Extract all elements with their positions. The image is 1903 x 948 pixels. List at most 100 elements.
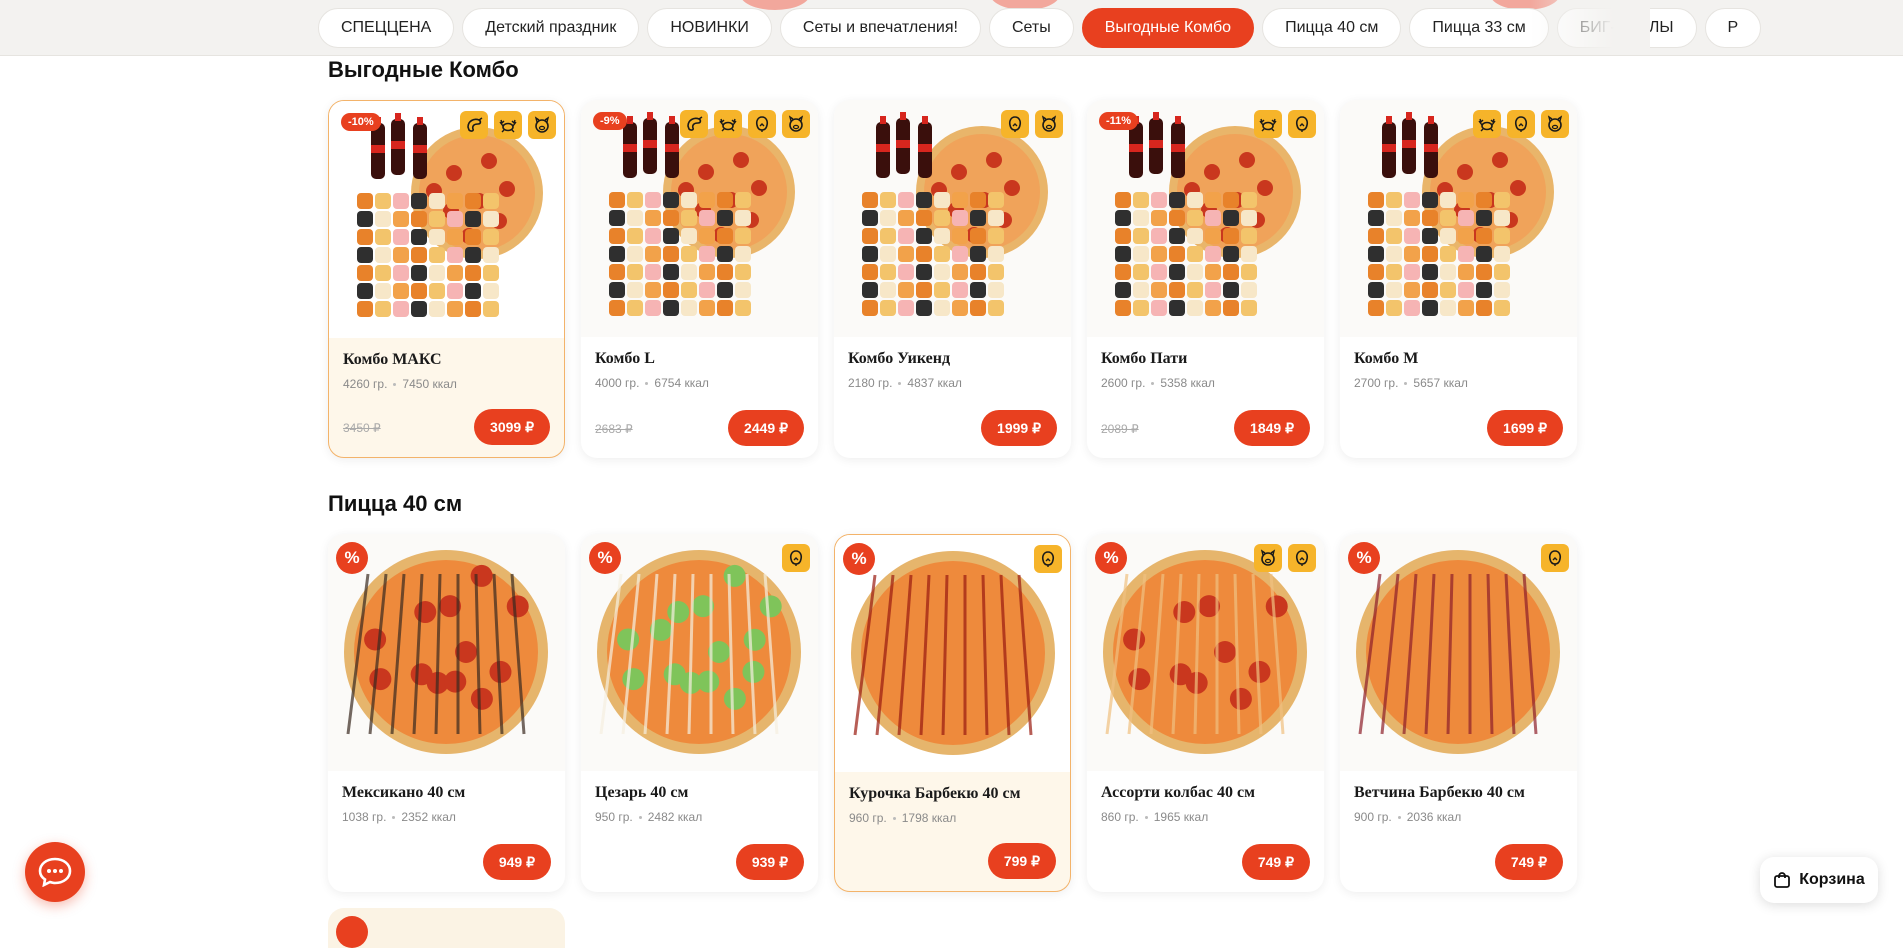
shopping-bag-icon	[1774, 872, 1791, 888]
cart-button[interactable]: Корзина	[1760, 857, 1878, 903]
price-button[interactable]: 749 ₽	[1241, 844, 1310, 880]
product-meta: 950 гр. 2482 ккал	[595, 810, 804, 824]
pizza-grid: % Мексикано 40 см 1038 гр. 2352 ккал 949 ₽% Ц…	[328, 534, 1577, 892]
discount-badge: -11%	[1099, 112, 1139, 130]
price-button[interactable]: 1699 ₽	[1487, 410, 1563, 446]
category-tab[interactable]: Выгодные Комбо	[1081, 8, 1255, 48]
product-meta: 2180 гр. 4837 ккал	[848, 376, 1057, 390]
product-card[interactable]: % Ветчина Барбекю 40 см 900 гр. 2036 ккал 74…	[1340, 534, 1577, 892]
product-weight: 2600 гр.	[1101, 376, 1146, 390]
product-kcal: 5358 ккал	[1160, 376, 1215, 390]
product-card[interactable]: -9% Комбо L 4000 гр. 6754 ккал 2683 ₽ 2449 ₽	[581, 100, 818, 458]
product-name: Комбо Пати	[1101, 350, 1188, 367]
price-button[interactable]: 749 ₽	[1494, 844, 1563, 880]
product-weight: 4260 гр.	[343, 377, 388, 391]
ingredient-icons	[782, 544, 810, 572]
category-tab[interactable]: Детский праздник	[462, 8, 640, 48]
price-button[interactable]: 1849 ₽	[1234, 410, 1310, 446]
separator-dot	[392, 816, 396, 820]
product-card[interactable]: % Цезарь 40 см 950 гр. 2482 ккал 939 ₽	[581, 534, 818, 892]
crab-icon	[494, 111, 522, 139]
separator-dot	[1397, 816, 1401, 820]
ingredient-icons	[1254, 544, 1316, 572]
ingredient-icons	[1473, 110, 1569, 138]
product-card[interactable]: % Мексикано 40 см 1038 гр. 2352 ккал 949 ₽	[328, 534, 565, 892]
old-price: 2089 ₽	[1101, 422, 1139, 436]
product-weight: 4000 гр.	[595, 376, 640, 390]
section-title-combo: Выгодные Комбо	[328, 57, 519, 82]
chicken-icon	[1288, 110, 1316, 138]
product-card[interactable]: -10% Комбо МАКС 4260 гр. 7450 ккал 3450 ₽ 309…	[328, 100, 565, 458]
product-name: Комбо МАКС	[343, 351, 442, 368]
promo-badge: %	[589, 542, 621, 574]
category-tab[interactable]: НОВИНКИ	[647, 8, 772, 48]
product-meta: 860 гр. 1965 ккал	[1101, 810, 1310, 824]
product-weight: 950 гр.	[595, 810, 633, 824]
chicken-icon	[1541, 544, 1569, 572]
promo-badge: %	[1348, 542, 1380, 574]
separator-dot	[638, 816, 642, 820]
category-tab[interactable]: Сеты и впечатления!	[779, 8, 981, 48]
product-meta: 960 гр. 1798 ккал	[849, 811, 1056, 825]
discount-badge: -10%	[341, 113, 381, 131]
price-button[interactable]: 1999 ₽	[981, 410, 1057, 446]
product-kcal: 1798 ккал	[901, 811, 957, 825]
separator-dot	[645, 382, 649, 386]
shrimp-icon	[680, 110, 708, 138]
crab-icon	[714, 110, 742, 138]
price-button[interactable]: 2449 ₽	[728, 410, 804, 446]
product-card[interactable]: -11% Комбо Пати 2600 гр. 5358 ккал 2089 ₽ 184…	[1087, 100, 1324, 458]
product-name: Мексикано 40 см	[342, 784, 466, 801]
product-card[interactable]: Комбо Уикенд 2180 гр. 4837 ккал 1999 ₽	[834, 100, 1071, 458]
pig-icon	[1035, 110, 1063, 138]
chicken-icon	[1001, 110, 1029, 138]
chat-button[interactable]	[25, 842, 85, 902]
promo-badge: %	[336, 542, 368, 574]
product-info: Курочка Барбекю 40 см 960 гр. 1798 ккал	[849, 785, 1056, 825]
section-title-pizza: Пицца 40 см	[328, 491, 463, 516]
product-info: Ветчина Барбекю 40 см 900 гр. 2036 ккал	[1354, 784, 1563, 824]
separator-dot	[898, 382, 902, 386]
ingredient-icons	[1001, 110, 1063, 138]
pig-icon	[782, 110, 810, 138]
product-card[interactable]: % Ассорти колбас 40 см 860 гр. 1965 ккал 749…	[1087, 534, 1324, 892]
product-card-peek[interactable]	[328, 908, 565, 948]
product-weight: 860 гр.	[1101, 810, 1139, 824]
chicken-icon	[748, 110, 776, 138]
separator-dot	[1151, 382, 1155, 386]
ingredient-icons	[1034, 545, 1062, 573]
category-tab[interactable]: Р	[1704, 8, 1762, 48]
chicken-icon	[1288, 544, 1316, 572]
pig-icon	[1254, 544, 1282, 572]
category-tab[interactable]: СПЕЦЦЕНА	[318, 8, 455, 48]
product-card[interactable]: % Курочка Барбекю 40 см 960 гр. 1798 ккал 79…	[834, 534, 1071, 892]
separator-dot	[393, 383, 397, 387]
pig-icon	[528, 111, 556, 139]
combo-grid: -10% Комбо МАКС 4260 гр. 7450 ккал 3450 ₽ 309…	[328, 100, 1577, 458]
chicken-icon	[1507, 110, 1535, 138]
category-tab[interactable]: Пицца 33 см	[1409, 8, 1549, 48]
chicken-icon	[1034, 545, 1062, 573]
price-button[interactable]: 799 ₽	[987, 843, 1056, 879]
promo-badge	[336, 916, 368, 948]
price-button[interactable]: 3099 ₽	[474, 409, 550, 445]
chicken-icon	[782, 544, 810, 572]
product-image	[328, 534, 565, 771]
product-info: Ассорти колбас 40 см 860 гр. 1965 ккал	[1101, 784, 1310, 824]
category-tab[interactable]: Пицца 40 см	[1262, 8, 1402, 48]
product-kcal: 4837 ккал	[907, 376, 962, 390]
product-kcal: 2352 ккал	[401, 810, 456, 824]
category-tab[interactable]: Сеты	[988, 8, 1074, 48]
product-card[interactable]: Комбо М 2700 гр. 5657 ккал 1699 ₽	[1340, 100, 1577, 458]
old-price: 2683 ₽	[595, 422, 633, 436]
product-kcal: 1965 ккал	[1153, 810, 1209, 824]
price-button[interactable]: 949 ₽	[482, 844, 551, 880]
price-button[interactable]: 939 ₽	[735, 844, 804, 880]
product-name: Комбо М	[1354, 350, 1419, 367]
product-name: Цезарь 40 см	[595, 784, 689, 801]
separator-dot	[1144, 816, 1148, 820]
product-meta: 4260 гр. 7450 ккал	[343, 377, 550, 391]
separator-dot	[892, 817, 896, 821]
shrimp-icon	[460, 111, 488, 139]
product-weight: 960 гр.	[849, 811, 887, 825]
